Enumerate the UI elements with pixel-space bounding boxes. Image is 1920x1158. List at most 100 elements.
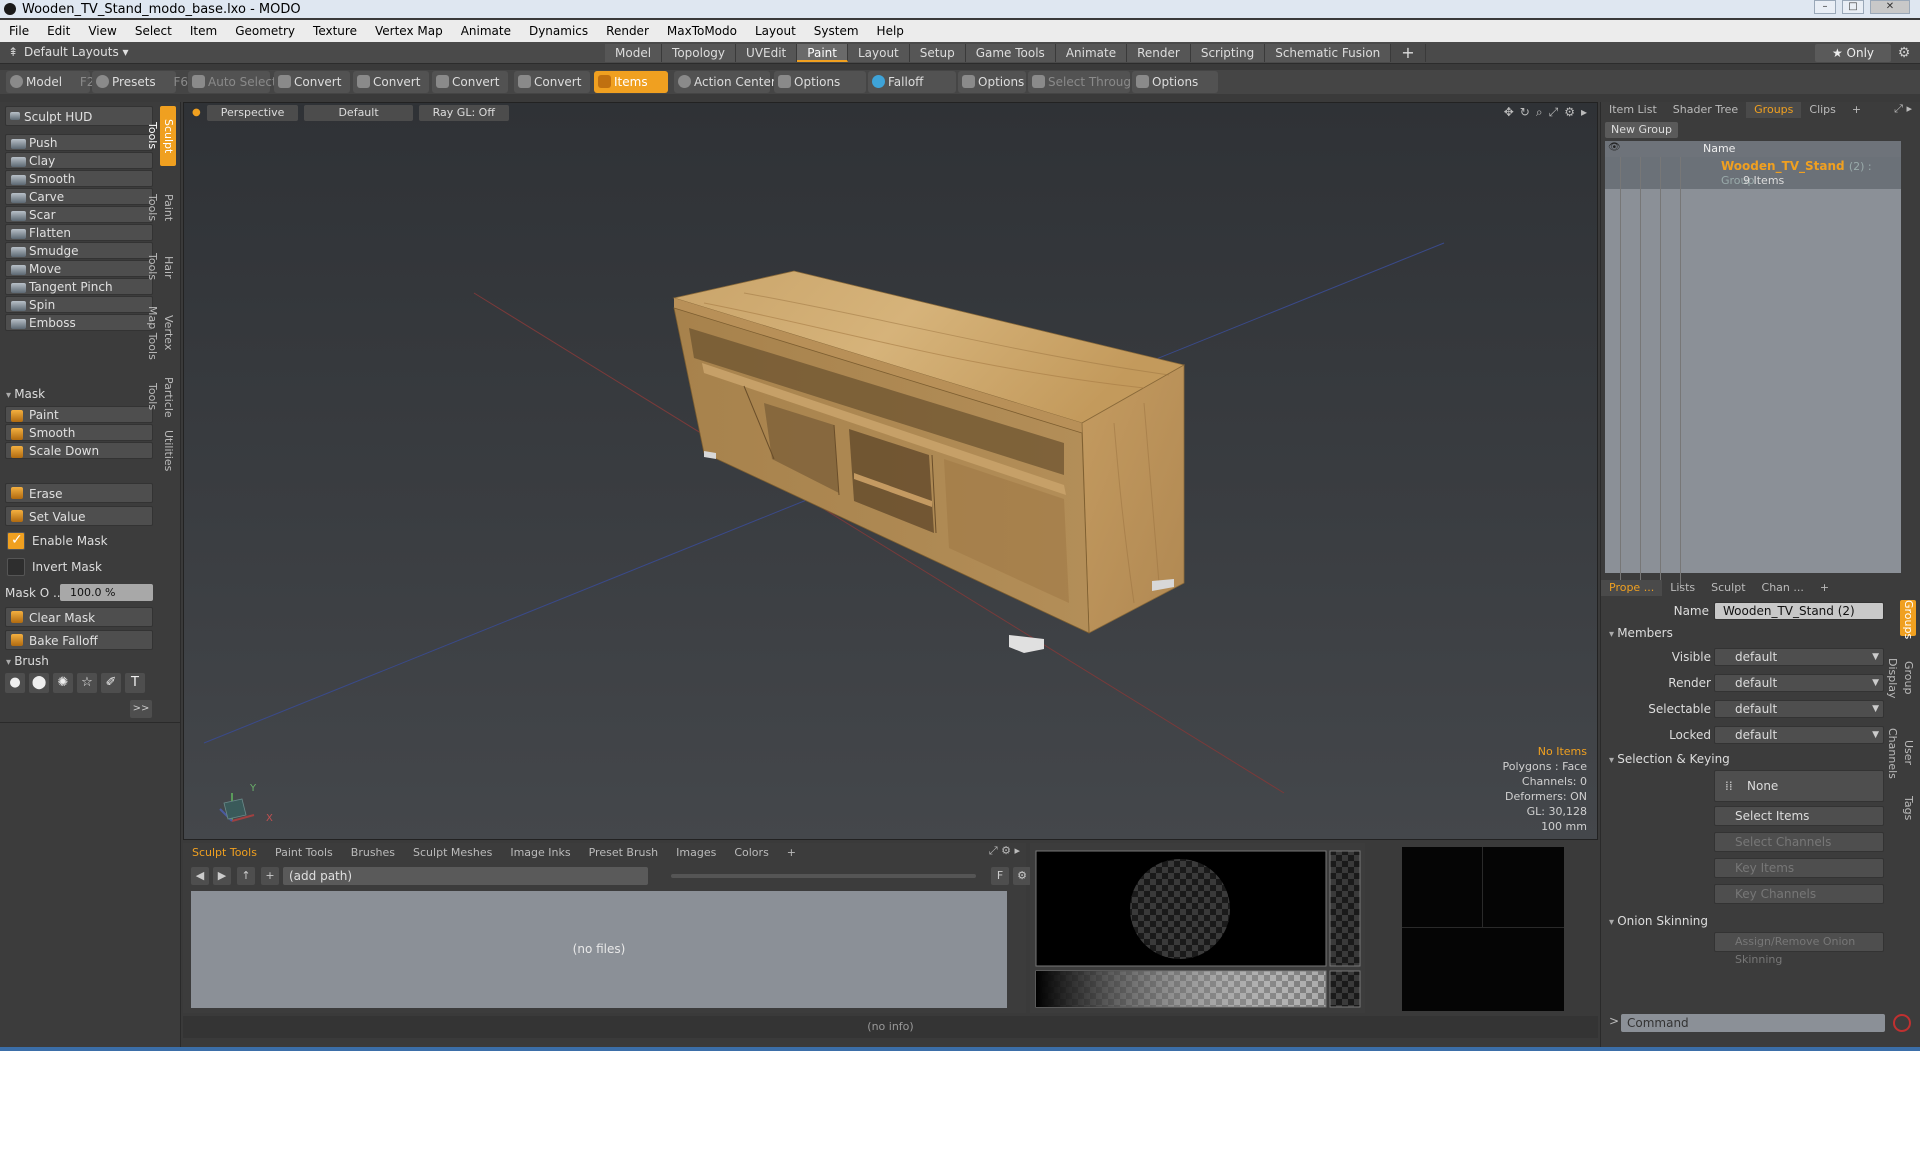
tool-move-button[interactable]: Move bbox=[5, 260, 153, 277]
select-channels-button[interactable]: Select Channels bbox=[1714, 832, 1884, 852]
menu-file[interactable]: File bbox=[0, 24, 38, 38]
viewport-menu-icon[interactable]: ● bbox=[192, 105, 201, 121]
prop-tab-sculpt[interactable]: Sculpt bbox=[1703, 580, 1753, 596]
perspective-dropdown[interactable]: Perspective bbox=[206, 105, 299, 121]
gear-icon[interactable]: ⚙ bbox=[1892, 44, 1916, 62]
browser-tab-image-inks[interactable]: Image Inks bbox=[501, 845, 579, 861]
brush-curve-icon[interactable]: ✐ bbox=[101, 673, 121, 693]
tab-layout[interactable]: Layout bbox=[847, 44, 910, 62]
browser-gear-icon[interactable]: ⚙ bbox=[1013, 867, 1031, 885]
group-name-input[interactable]: Wooden_TV_Stand (2) bbox=[1714, 602, 1884, 620]
assign-onion-button[interactable]: Assign/Remove Onion Skinning bbox=[1714, 932, 1884, 966]
menu-view[interactable]: View bbox=[79, 24, 125, 38]
tab-scripting[interactable]: Scripting bbox=[1190, 44, 1266, 62]
presets-button[interactable]: Presets F6 bbox=[92, 71, 188, 93]
selectable-dropdown[interactable]: default ▼ bbox=[1714, 700, 1884, 718]
tool-push-button[interactable]: Push bbox=[5, 134, 153, 151]
vtab-paint-tools[interactable]: Paint Tools bbox=[146, 180, 176, 236]
prop-tab-chan[interactable]: Chan ... bbox=[1754, 580, 1812, 596]
right-tab-clips[interactable]: Clips bbox=[1801, 102, 1844, 118]
command-input[interactable]: Command bbox=[1621, 1014, 1885, 1032]
brush-splat-icon[interactable]: ✺ bbox=[53, 673, 73, 693]
prop-vtab-user-channels[interactable]: User Channels bbox=[1886, 720, 1916, 786]
viewport-expand-icon[interactable]: ▸ bbox=[1581, 105, 1587, 120]
menu-vertex-map[interactable]: Vertex Map bbox=[366, 24, 452, 38]
tool-spin-button[interactable]: Spin bbox=[5, 296, 153, 313]
menu-dynamics[interactable]: Dynamics bbox=[520, 24, 597, 38]
model-button[interactable]: Model F2 bbox=[6, 71, 94, 93]
prop-vtab-tags[interactable]: Tags bbox=[1900, 790, 1916, 826]
mask-paint-button[interactable]: Paint bbox=[5, 406, 153, 423]
clear-mask-button[interactable]: Clear Mask bbox=[5, 607, 153, 627]
eye-icon[interactable]: 👁 bbox=[1608, 142, 1621, 153]
up-icon[interactable]: ↑ bbox=[237, 867, 255, 885]
forward-icon[interactable]: ▶ bbox=[213, 867, 231, 885]
menu-select[interactable]: Select bbox=[126, 24, 181, 38]
menu-texture[interactable]: Texture bbox=[304, 24, 366, 38]
menu-render[interactable]: Render bbox=[597, 24, 658, 38]
convert-button-1[interactable]: Convert bbox=[274, 71, 350, 93]
select-items-button[interactable]: Select Items bbox=[1714, 806, 1884, 826]
raygl-toggle[interactable]: Ray GL: Off bbox=[418, 105, 509, 121]
tv-stand-model[interactable] bbox=[672, 270, 1186, 653]
add-layout-tab-button[interactable]: + bbox=[1391, 44, 1426, 62]
convert-button-4[interactable]: Convert bbox=[514, 71, 590, 93]
zoom-icon[interactable]: ⌕ bbox=[1536, 105, 1543, 120]
action-center-button[interactable]: Action Center bbox=[674, 71, 776, 93]
visibility-column[interactable] bbox=[1605, 157, 1621, 589]
path-dropdown[interactable]: (add path) bbox=[283, 867, 648, 885]
vtab-vertex-map-tools[interactable]: Vertex Map Tools bbox=[146, 302, 176, 364]
brush-hard-icon[interactable]: ⬤ bbox=[29, 673, 49, 693]
invert-mask-checkbox[interactable] bbox=[7, 558, 25, 576]
stop-icon[interactable] bbox=[1893, 1014, 1911, 1032]
brush-text-icon[interactable]: T bbox=[125, 673, 145, 693]
new-group-button[interactable]: New Group bbox=[1605, 122, 1678, 138]
selection-keying-section[interactable]: Selection & Keying bbox=[1609, 752, 1730, 766]
menu-layout[interactable]: Layout bbox=[746, 24, 805, 38]
visible-dropdown[interactable]: default ▼ bbox=[1714, 648, 1884, 666]
tool-flatten-button[interactable]: Flatten bbox=[5, 224, 153, 241]
key-items-button[interactable]: Key Items bbox=[1714, 858, 1884, 878]
auto-select-button[interactable]: Auto Select bbox=[188, 71, 277, 93]
bake-falloff-button[interactable]: Bake Falloff bbox=[5, 630, 153, 650]
close-button[interactable]: ✕ bbox=[1870, 0, 1910, 14]
fit-icon[interactable]: ⤢ bbox=[1549, 105, 1559, 120]
shading-dropdown[interactable]: Default bbox=[304, 105, 413, 121]
tab-animate[interactable]: Animate bbox=[1055, 44, 1128, 62]
filter-button[interactable]: F bbox=[991, 867, 1009, 885]
right-tab-shader-tree[interactable]: Shader Tree bbox=[1665, 102, 1746, 118]
vtab-sculpt-tools[interactable]: Sculpt Tools bbox=[146, 106, 176, 166]
locked-dropdown[interactable]: default ▼ bbox=[1714, 726, 1884, 744]
tab-game-tools[interactable]: Game Tools bbox=[965, 44, 1056, 62]
groups-list[interactable]: Name Wooden_TV_Stand (2) : Group 9 Items… bbox=[1605, 141, 1901, 589]
expand-button[interactable]: >> bbox=[130, 700, 152, 718]
browser-tab-paint-tools[interactable]: Paint Tools bbox=[266, 845, 342, 861]
browser-tab-preset-brush[interactable]: Preset Brush bbox=[580, 845, 668, 861]
options-button-3[interactable]: Options bbox=[1132, 71, 1218, 93]
pan-icon[interactable]: ✥ bbox=[1504, 105, 1514, 120]
convert-button-3[interactable]: Convert bbox=[432, 71, 508, 93]
members-section[interactable]: Members bbox=[1609, 626, 1673, 640]
sculpt-hud-button[interactable]: Sculpt HUD bbox=[5, 106, 153, 126]
vtab-hair-tools[interactable]: Hair Tools bbox=[146, 242, 176, 292]
3d-viewport[interactable]: Y X ● Perspective Default Ray GL: Off ✥ … bbox=[183, 102, 1598, 840]
prop-tab-add[interactable]: + bbox=[1812, 580, 1837, 596]
right-panel-icons[interactable]: ⤢ ▸ bbox=[1894, 102, 1912, 116]
tool-carve-button[interactable]: Carve bbox=[5, 188, 153, 205]
tab-model[interactable]: Model bbox=[605, 44, 663, 62]
menu-edit[interactable]: Edit bbox=[38, 24, 79, 38]
browser-tab-sculpt-meshes[interactable]: Sculpt Meshes bbox=[404, 845, 501, 861]
erase-button[interactable]: Erase bbox=[5, 483, 153, 503]
default-layouts-dropdown[interactable]: Default Layouts ▾ bbox=[24, 45, 129, 59]
right-tab-groups[interactable]: Groups bbox=[1746, 102, 1802, 118]
browser-tab-sculpt-tools[interactable]: Sculpt Tools bbox=[183, 845, 266, 861]
onion-skinning-section[interactable]: Onion Skinning bbox=[1609, 914, 1708, 928]
back-icon[interactable]: ◀ bbox=[191, 867, 209, 885]
brush-section[interactable]: Brush bbox=[6, 654, 49, 668]
brush-soft-icon[interactable]: ● bbox=[5, 673, 25, 693]
viewport-gear-icon[interactable]: ⚙ bbox=[1564, 105, 1575, 120]
options-button-1[interactable]: Options bbox=[774, 71, 866, 93]
tool-tangent-pinch-button[interactable]: Tangent Pinch bbox=[5, 278, 153, 295]
select-through-button[interactable]: Select Through bbox=[1028, 71, 1139, 93]
mask-scale-down-button[interactable]: Scale Down bbox=[5, 442, 153, 459]
